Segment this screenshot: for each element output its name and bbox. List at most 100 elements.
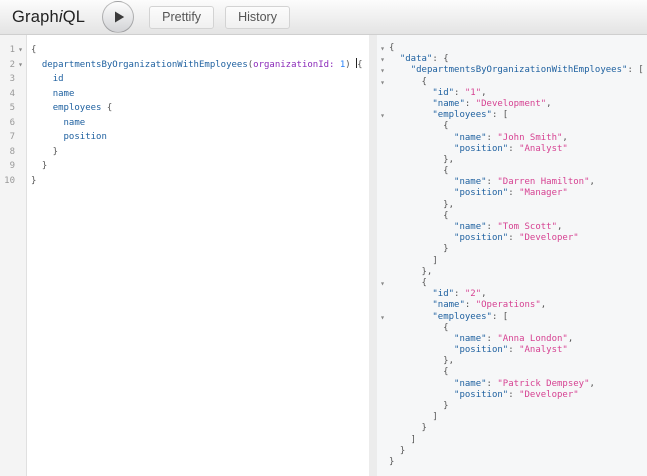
line-number: 3: [9, 74, 15, 84]
gutter-row: [377, 267, 389, 278]
logo-text: Graph: [12, 7, 59, 26]
toolbar: GraphiQL Prettify History: [0, 0, 647, 35]
code-line: "name": "Patrick Dempsey",: [454, 378, 595, 389]
code-line: departmentsByOrganizationWithEmployees(o…: [41, 57, 363, 70]
line-number: 2: [9, 59, 15, 70]
fold-arrow-icon[interactable]: ▾: [377, 110, 388, 121]
fold-arrow-icon[interactable]: ▾: [15, 58, 26, 73]
code-line: "name": "Darren Hamilton",: [454, 177, 595, 188]
code-line: {: [31, 45, 37, 55]
code-line: "position": "Developer": [454, 233, 579, 244]
pane-divider[interactable]: [369, 35, 377, 476]
code-line: }: [389, 401, 449, 411]
gutter-row: [377, 222, 389, 233]
line-number: 10: [4, 175, 15, 186]
code-line: },: [389, 356, 455, 367]
gutter-row: ▾: [377, 110, 389, 121]
line-number: 8: [9, 146, 15, 157]
gutter-row: [377, 166, 389, 177]
fold-arrow-icon[interactable]: ▾: [377, 77, 388, 88]
code-line: ]: [389, 434, 417, 445]
code-line: {: [389, 166, 449, 177]
gutter-row: ▾: [377, 65, 389, 76]
code-line: {: [389, 76, 427, 87]
query-editor-gutter: 1 ▾ 2 ▾ 3 4 5 6 7 8 9 10: [0, 35, 27, 476]
result-viewer: ▾ ▾ ▾ ▾ ▾ ▾ ▾ { "data": { "departmentsByOrgani…: [377, 35, 647, 476]
query-editor[interactable]: 1 ▾ 2 ▾ 3 4 5 6 7 8 9 10 { departmentsByOrganizatio…: [0, 35, 369, 476]
gutter-row: [377, 367, 389, 378]
line-number: 4: [9, 88, 15, 99]
gutter-row: 9: [0, 159, 26, 174]
code-line: id: [52, 74, 64, 84]
prettify-button[interactable]: Prettify: [149, 5, 215, 29]
result-viewer-code: { "data": { "departmentsByOrganizationWi…: [389, 35, 647, 476]
code-line: {: [389, 277, 427, 288]
code-line: "data": {: [399, 54, 449, 65]
gutter-row: ▾: [377, 278, 389, 289]
code-line: },: [389, 266, 433, 277]
code-line: }: [31, 161, 48, 171]
code-line: "employees": [: [432, 311, 509, 322]
code-line: "name": "Tom Scott",: [454, 222, 563, 232]
code-line: "name": "Operations",: [432, 300, 547, 311]
code-line: "position": "Analyst": [454, 143, 568, 154]
code-line: "name": "Development",: [432, 98, 552, 109]
code-line: "position": "Analyst": [454, 345, 568, 356]
gutter-row: [377, 233, 389, 244]
fold-arrow-icon[interactable]: ▾: [377, 65, 388, 76]
code-line: },: [389, 199, 455, 210]
code-line: {: [389, 121, 449, 132]
history-button[interactable]: History: [225, 5, 290, 29]
code-line: "name": "Anna London",: [454, 333, 574, 344]
fold-arrow-icon[interactable]: ▾: [15, 43, 26, 58]
gutter-row: [377, 155, 389, 166]
code-line: position: [63, 132, 107, 142]
code-line: "position": "Manager": [454, 188, 568, 199]
code-line: }: [31, 146, 59, 157]
gutter-row: 10: [0, 174, 26, 189]
gutter-row: [377, 188, 389, 199]
code-line: ]: [389, 412, 438, 423]
gutter-row: 1 ▾: [0, 43, 26, 58]
gutter-row: [377, 88, 389, 99]
gutter-row: [377, 401, 389, 412]
workspace-panes: 1 ▾ 2 ▾ 3 4 5 6 7 8 9 10 { departmentsByOrganizatio…: [0, 35, 647, 476]
code-line: "position": "Developer": [454, 389, 579, 400]
fold-arrow-icon[interactable]: ▾: [377, 312, 388, 323]
code-line: }: [389, 445, 406, 456]
fold-arrow-icon[interactable]: ▾: [377, 278, 388, 289]
gutter-row: [377, 435, 389, 446]
fold-arrow-icon[interactable]: ▾: [377, 54, 388, 65]
gutter-row: [377, 300, 389, 311]
gutter-row: [377, 256, 389, 267]
query-editor-code[interactable]: { departmentsByOrganizationWithEmployees…: [27, 35, 369, 476]
gutter-row: [377, 356, 389, 367]
gutter-row: 7: [0, 130, 26, 145]
line-number: 7: [9, 132, 15, 142]
code-line: "name": "John Smith",: [454, 132, 568, 143]
code-line: {: [389, 210, 449, 221]
line-number: 1: [9, 45, 15, 55]
play-icon: [112, 11, 125, 23]
gutter-row: ▾: [377, 43, 389, 54]
code-line: }: [389, 423, 427, 434]
gutter-row: [377, 144, 389, 155]
fold-arrow-icon[interactable]: ▾: [377, 43, 388, 54]
gutter-row: [377, 412, 389, 423]
code-line: {: [389, 322, 449, 333]
gutter-row: [377, 334, 389, 345]
graphiql-logo: GraphiQL: [12, 8, 85, 27]
gutter-row: 4: [0, 87, 26, 102]
code-line: "id": "2",: [432, 289, 487, 300]
gutter-row: ▾: [377, 77, 389, 88]
gutter-row: 8: [0, 145, 26, 160]
execute-query-button[interactable]: [102, 1, 135, 33]
code-line: }: [31, 175, 37, 186]
gutter-row: [377, 200, 389, 211]
gutter-row: [377, 133, 389, 144]
line-number: 5: [9, 103, 15, 113]
gutter-row: [377, 289, 389, 300]
gutter-row: 3: [0, 72, 26, 87]
gutter-row: [377, 457, 389, 468]
code-line: "departmentsByOrganizationWithEmployees"…: [410, 65, 644, 76]
